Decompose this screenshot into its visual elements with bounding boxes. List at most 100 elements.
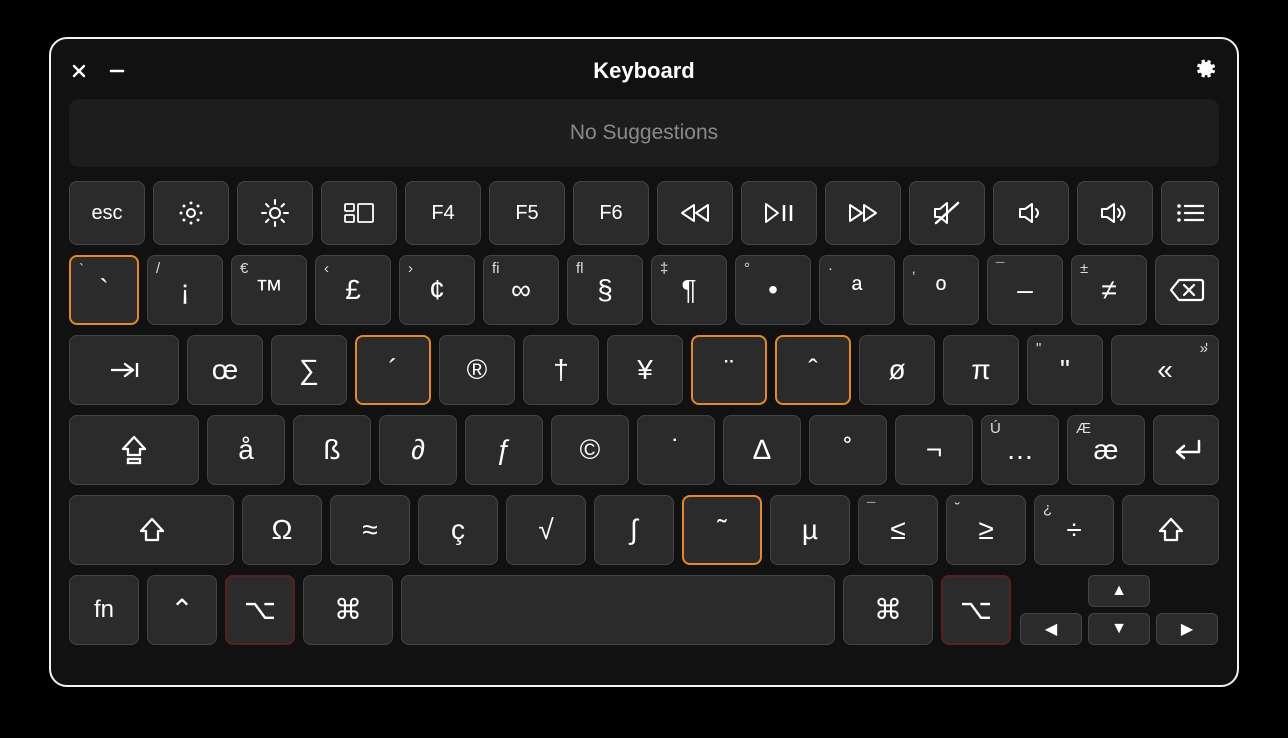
section-key[interactable]: ﬂ§ bbox=[567, 255, 643, 325]
registered-key[interactable]: ® bbox=[439, 335, 515, 405]
arrow-keys: ▲ ◀ ▼ ▶ bbox=[1019, 575, 1219, 645]
dagger-key[interactable]: † bbox=[523, 335, 599, 405]
cent-key[interactable]: ›¢ bbox=[399, 255, 475, 325]
left-command-key[interactable]: ⌘ bbox=[303, 575, 393, 645]
ordinal-a-key[interactable]: ·ª bbox=[819, 255, 895, 325]
asdf-row: å ß ∂ ƒ © ˙ ∆ ˚ ¬ Ú… Ææ bbox=[69, 415, 1219, 485]
fast-forward-key[interactable] bbox=[825, 181, 901, 245]
volume-up-key[interactable] bbox=[1077, 181, 1153, 245]
f4-key[interactable]: F4 bbox=[405, 181, 481, 245]
return-icon bbox=[1169, 438, 1203, 462]
f6-key[interactable]: F6 bbox=[573, 181, 649, 245]
mission-control-key[interactable] bbox=[321, 181, 397, 245]
bullet-key[interactable]: °• bbox=[735, 255, 811, 325]
rewind-key[interactable] bbox=[657, 181, 733, 245]
gear-icon bbox=[1193, 57, 1217, 81]
approx-key[interactable]: ≈ bbox=[330, 495, 410, 565]
o-slash-key[interactable]: ø bbox=[859, 335, 935, 405]
ae-key[interactable]: Ææ bbox=[1067, 415, 1145, 485]
acute-key[interactable]: ´ bbox=[355, 335, 431, 405]
play-pause-key[interactable] bbox=[741, 181, 817, 245]
minimize-button[interactable] bbox=[107, 61, 127, 81]
not-equal-key[interactable]: ±≠ bbox=[1071, 255, 1147, 325]
inverted-exclamation-key[interactable]: /¡ bbox=[147, 255, 223, 325]
divide-key[interactable]: ¿÷ bbox=[1034, 495, 1114, 565]
right-command-key[interactable]: ⌘ bbox=[843, 575, 933, 645]
brightness-down-icon bbox=[177, 199, 205, 227]
brightness-down-key[interactable] bbox=[153, 181, 229, 245]
tab-key[interactable] bbox=[69, 335, 179, 405]
trademark-key[interactable]: €™ bbox=[231, 255, 307, 325]
down-arrow-key[interactable]: ▼ bbox=[1088, 613, 1150, 645]
right-shift-key[interactable] bbox=[1122, 495, 1219, 565]
right-option-key[interactable]: ⌥ bbox=[941, 575, 1011, 645]
en-dash-key[interactable]: ¯– bbox=[987, 255, 1063, 325]
copyright-key[interactable]: © bbox=[551, 415, 629, 485]
settings-button[interactable] bbox=[1193, 57, 1217, 81]
caps-lock-key[interactable] bbox=[69, 415, 199, 485]
delete-key[interactable] bbox=[1155, 255, 1219, 325]
up-arrow-key[interactable]: ▲ bbox=[1088, 575, 1150, 607]
return-key[interactable] bbox=[1153, 415, 1219, 485]
esc-key[interactable]: esc bbox=[69, 181, 145, 245]
not-sign-key[interactable]: ¬ bbox=[895, 415, 973, 485]
ellipsis-key[interactable]: Ú… bbox=[981, 415, 1059, 485]
function-row: esc F4 F5 F6 bbox=[69, 181, 1219, 245]
volume-down-key[interactable] bbox=[993, 181, 1069, 245]
umlaut-key[interactable]: ¨ bbox=[691, 335, 767, 405]
window-title: Keyboard bbox=[69, 58, 1219, 84]
sigma-key[interactable]: ∑ bbox=[271, 335, 347, 405]
backtick-key[interactable]: `` bbox=[69, 255, 139, 325]
suggestions-text: No Suggestions bbox=[570, 121, 718, 145]
caps-lock-icon bbox=[120, 435, 148, 465]
ordinal-o-key[interactable]: ‚º bbox=[903, 255, 979, 325]
list-icon bbox=[1176, 203, 1204, 223]
left-quote-key[interactable]: "" bbox=[1027, 335, 1103, 405]
spacebar-key[interactable] bbox=[401, 575, 835, 645]
right-arrow-key[interactable]: ▶ bbox=[1156, 613, 1218, 645]
pi-key[interactable]: π bbox=[943, 335, 1019, 405]
a-ring-key[interactable]: å bbox=[207, 415, 285, 485]
yen-key[interactable]: ¥ bbox=[607, 335, 683, 405]
mu-key[interactable]: µ bbox=[770, 495, 850, 565]
guillemet-key[interactable]: '»« bbox=[1111, 335, 1219, 405]
ring-above-key[interactable]: ˚ bbox=[809, 415, 887, 485]
close-button[interactable] bbox=[69, 61, 89, 81]
fn-key[interactable]: fn bbox=[69, 575, 139, 645]
left-option-key[interactable]: ⌥ bbox=[225, 575, 295, 645]
delete-icon bbox=[1169, 277, 1205, 303]
oe-key[interactable]: œ bbox=[187, 335, 263, 405]
omega-key[interactable]: Ω bbox=[242, 495, 322, 565]
tilde-key[interactable]: ˜ bbox=[682, 495, 762, 565]
eszett-key[interactable]: ß bbox=[293, 415, 371, 485]
pilcrow-key[interactable]: ‡¶ bbox=[651, 255, 727, 325]
pound-key[interactable]: ‹£ bbox=[315, 255, 391, 325]
circumflex-key[interactable]: ˆ bbox=[775, 335, 851, 405]
infinity-key[interactable]: ﬁ∞ bbox=[483, 255, 559, 325]
partial-diff-key[interactable]: ∂ bbox=[379, 415, 457, 485]
brightness-up-key[interactable] bbox=[237, 181, 313, 245]
play-pause-icon bbox=[763, 202, 795, 224]
volume-down-icon bbox=[1017, 201, 1045, 225]
greater-equal-key[interactable]: ˘≥ bbox=[946, 495, 1026, 565]
left-arrow-key[interactable]: ◀ bbox=[1020, 613, 1082, 645]
f5-key[interactable]: F5 bbox=[489, 181, 565, 245]
mute-key[interactable] bbox=[909, 181, 985, 245]
less-equal-key[interactable]: ¯≤ bbox=[858, 495, 938, 565]
control-key[interactable]: ⌃ bbox=[147, 575, 217, 645]
mute-icon bbox=[932, 200, 962, 226]
florin-key[interactable]: ƒ bbox=[465, 415, 543, 485]
delta-key[interactable]: ∆ bbox=[723, 415, 801, 485]
list-key[interactable] bbox=[1161, 181, 1219, 245]
suggestions-bar: No Suggestions bbox=[69, 99, 1219, 167]
sqrt-key[interactable]: √ bbox=[506, 495, 586, 565]
shift-icon bbox=[138, 517, 166, 543]
integral-key[interactable]: ∫ bbox=[594, 495, 674, 565]
fast-forward-icon bbox=[847, 203, 879, 223]
window-controls bbox=[69, 61, 127, 81]
zxcv-row: Ω ≈ ç √ ∫ ˜ µ ¯≤ ˘≥ ¿÷ bbox=[69, 495, 1219, 565]
dot-above-key[interactable]: ˙ bbox=[637, 415, 715, 485]
tab-icon bbox=[107, 360, 141, 380]
left-shift-key[interactable] bbox=[69, 495, 234, 565]
c-cedilla-key[interactable]: ç bbox=[418, 495, 498, 565]
